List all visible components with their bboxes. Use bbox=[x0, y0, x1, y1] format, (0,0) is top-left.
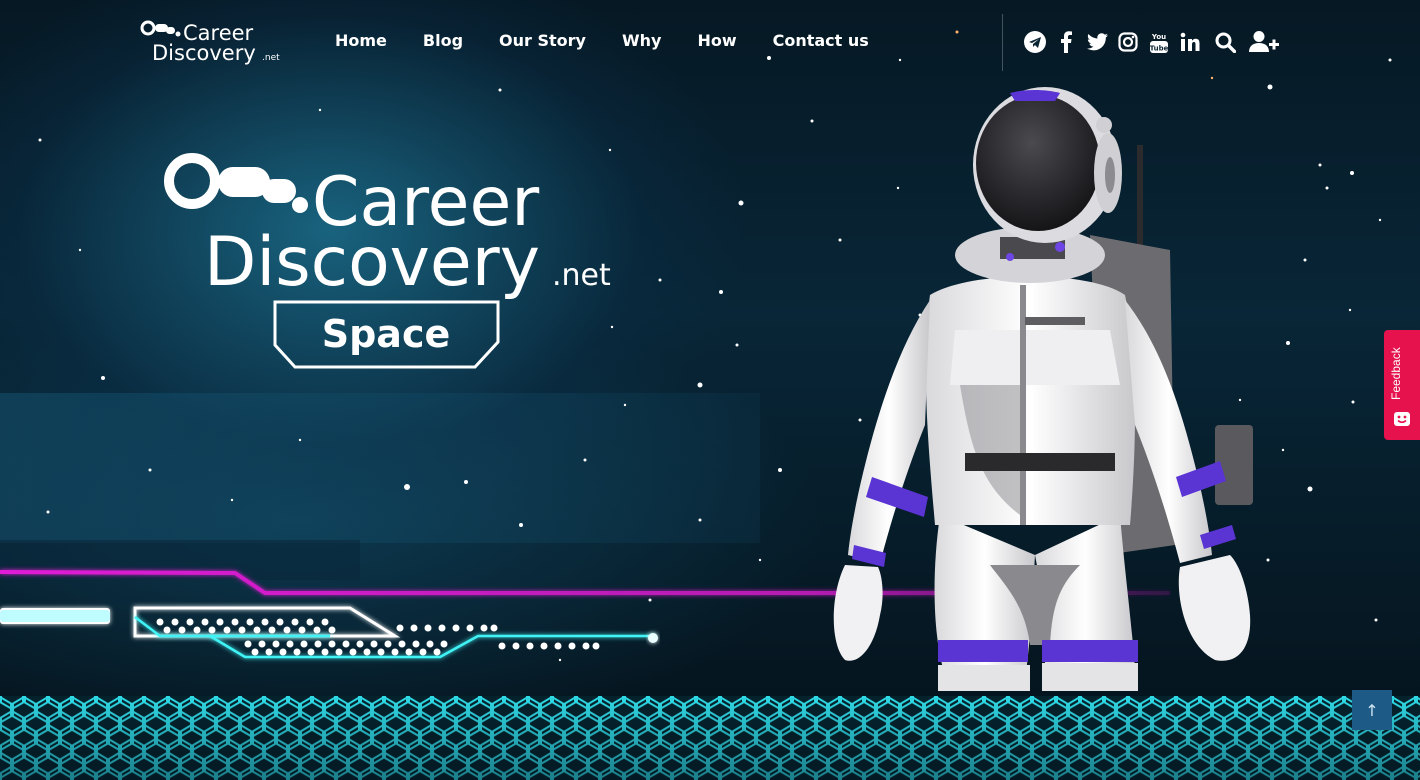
nav-our-story[interactable]: Our Story bbox=[481, 28, 604, 54]
feedback-smiley-icon bbox=[1394, 412, 1410, 426]
feedback-label: Feedback bbox=[1389, 347, 1403, 400]
hero-logo-suffix: .net bbox=[552, 258, 611, 293]
search-icon[interactable] bbox=[1214, 30, 1236, 54]
svg-text:You: You bbox=[1151, 33, 1166, 41]
hero-logo-discovery: Discovery bbox=[204, 223, 540, 302]
site-logo-suffix: .net bbox=[262, 53, 280, 63]
site-logo-discovery: Discovery bbox=[152, 41, 256, 65]
nav-blog[interactable]: Blog bbox=[405, 28, 481, 54]
arrow-up-icon: ↑ bbox=[1365, 700, 1379, 720]
linkedin-icon[interactable] bbox=[1179, 30, 1201, 54]
header-divider bbox=[1002, 14, 1003, 71]
instagram-icon[interactable] bbox=[1117, 30, 1139, 54]
telegram-icon[interactable] bbox=[1024, 30, 1046, 54]
nav-home[interactable]: Home bbox=[317, 28, 405, 54]
hero-logo-badge: Space bbox=[322, 312, 451, 356]
nav-contact-us[interactable]: Contact us bbox=[755, 28, 887, 54]
facebook-icon[interactable] bbox=[1055, 30, 1077, 54]
hexagon-grid bbox=[0, 696, 1420, 780]
hero-logo: Career Discovery .net Space bbox=[164, 153, 611, 369]
hero-section: Career Discovery .net Space bbox=[0, 0, 1420, 696]
social-toolbar: You Tube bbox=[1024, 30, 1279, 54]
twitter-icon[interactable] bbox=[1086, 30, 1108, 54]
add-user-icon[interactable] bbox=[1249, 30, 1279, 54]
astronaut-illustration bbox=[833, 87, 1253, 691]
youtube-icon[interactable]: You Tube bbox=[1148, 30, 1170, 54]
feedback-tab[interactable]: Feedback bbox=[1384, 330, 1420, 440]
hexagon-floor bbox=[0, 696, 1420, 780]
nav-how[interactable]: How bbox=[679, 28, 754, 54]
site-logo[interactable]: Career Discovery .net bbox=[140, 16, 285, 66]
svg-text:Tube: Tube bbox=[1150, 45, 1169, 53]
scroll-to-top-button[interactable]: ↑ bbox=[1352, 690, 1392, 730]
main-nav: Home Blog Our Story Why How Contact us bbox=[317, 28, 887, 54]
nav-why[interactable]: Why bbox=[604, 28, 679, 54]
